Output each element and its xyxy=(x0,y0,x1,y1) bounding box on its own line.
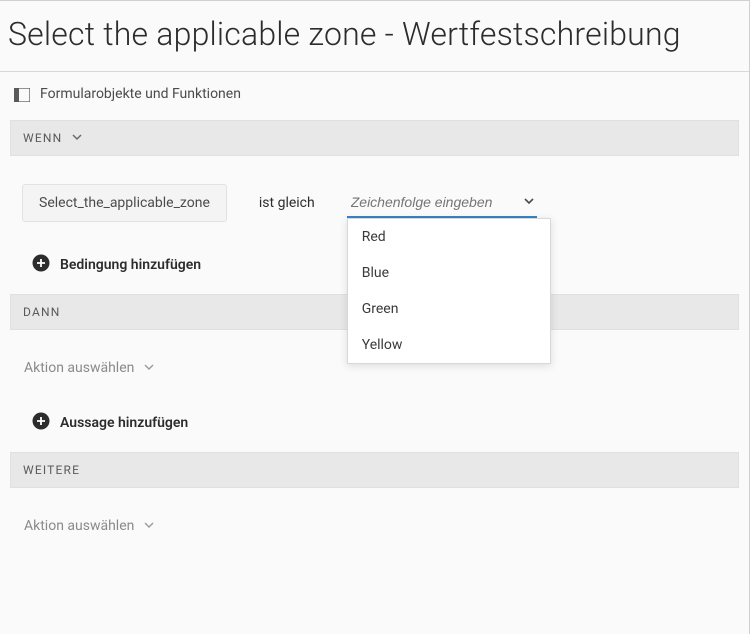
plus-circle-icon xyxy=(32,412,50,434)
chevron-down-icon[interactable] xyxy=(523,192,535,204)
chevron-down-icon xyxy=(144,518,154,534)
add-condition-label: Bedingung hinzufügen xyxy=(60,257,201,273)
section-when-header[interactable]: WENN xyxy=(10,120,739,156)
value-input[interactable] xyxy=(347,188,537,218)
add-statement-button[interactable]: Aussage hinzufügen xyxy=(10,404,739,452)
toolbar: Formularobjekte und Funktionen xyxy=(0,72,749,120)
value-combobox[interactable]: Red Blue Green Yellow xyxy=(347,188,537,218)
value-dropdown: Red Blue Green Yellow xyxy=(347,218,551,364)
plus-circle-icon xyxy=(32,254,50,276)
else-action-select[interactable]: Aktion auswählen xyxy=(10,488,739,562)
dropdown-option[interactable]: Yellow xyxy=(348,327,550,363)
form-objects-icon xyxy=(14,87,30,101)
dropdown-option[interactable]: Green xyxy=(348,291,550,327)
operator-label[interactable]: ist gleich xyxy=(259,195,315,211)
section-when-label: WENN xyxy=(23,131,62,145)
dropdown-option[interactable]: Blue xyxy=(348,255,550,291)
rule-row: Select_the_applicable_zone ist gleich Re… xyxy=(10,156,739,246)
add-statement-label: Aussage hinzufügen xyxy=(60,415,188,431)
chevron-down-icon xyxy=(72,131,82,145)
action-select-label: Aktion auswählen xyxy=(24,360,134,376)
field-chip[interactable]: Select_the_applicable_zone xyxy=(22,184,227,222)
section-else-label: WEITERE xyxy=(23,463,80,477)
dropdown-option[interactable]: Red xyxy=(348,219,550,255)
chevron-down-icon xyxy=(144,360,154,376)
page-title: Select the applicable zone - Wertfestsch… xyxy=(0,1,749,72)
section-else-header: WEITERE xyxy=(10,452,739,488)
section-then-label: DANN xyxy=(23,305,61,319)
toolbar-label[interactable]: Formularobjekte und Funktionen xyxy=(40,86,241,102)
action-select-label: Aktion auswählen xyxy=(24,518,134,534)
